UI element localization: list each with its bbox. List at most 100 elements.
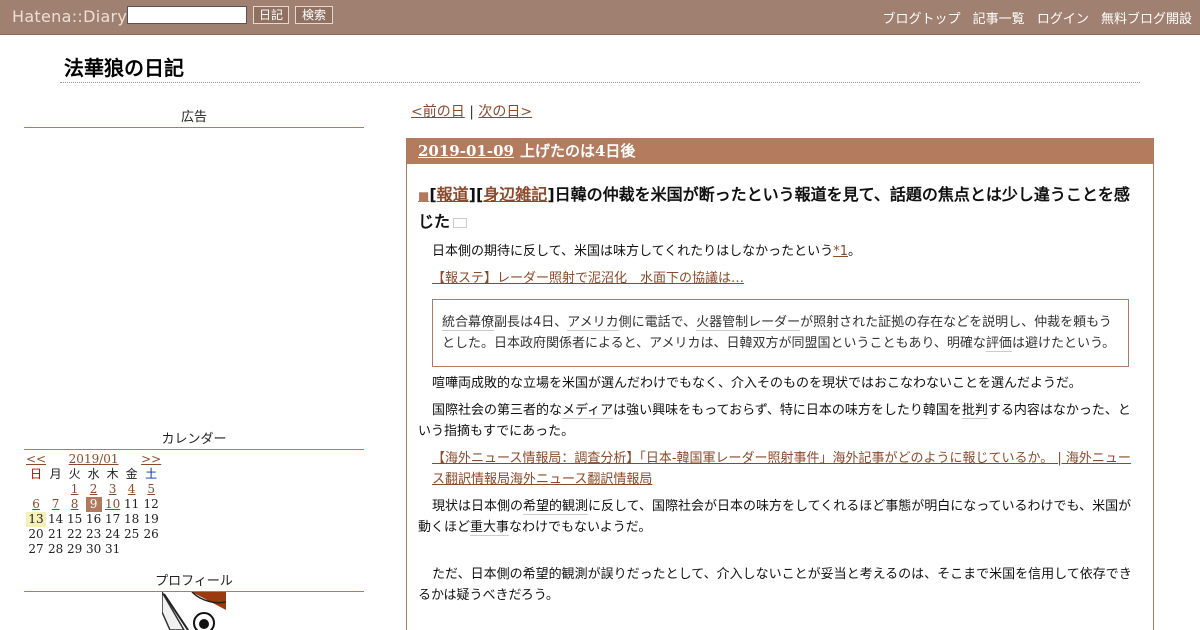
calendar-day[interactable]: 3 [103,482,122,497]
calendar-next-link[interactable]: >> [141,452,161,466]
keyword-link[interactable]: メディア [562,403,614,419]
site-title[interactable]: 法華狼の日記 [64,52,184,81]
calendar-weekdays: 日月火水木金土 [26,467,161,482]
blog-top-link[interactable]: ブログトップ [883,12,961,27]
calendar-day: 22 [66,527,83,541]
calendar-day: 16 [85,512,102,526]
calendar-weekday: 金 [125,467,138,481]
calendar-day-link[interactable]: 6 [32,497,40,511]
external-link-2[interactable]: 【海外ニュース情報局：調査分析】「日本-韓国軍レーダー照射事件」海外記事がどのよ… [432,451,1131,487]
category-link-news[interactable]: 報道 [437,185,469,204]
keyword-link[interactable]: 希望的観測 [523,499,589,515]
calendar-day-link[interactable]: 9 [85,497,102,512]
prev-day-link[interactable]: <前の日 [411,104,465,120]
article-list-link[interactable]: 記事一覧 [973,12,1025,27]
calendar-day[interactable]: 7 [46,497,65,512]
external-link-1-row: 【報ステ】レーダー照射で泥沼化 水面下の協議は… [418,268,1143,289]
calendar-day: 11 [123,497,140,511]
search-input[interactable] [127,6,247,24]
calendar-day: 21 [47,527,64,541]
open-blog-link[interactable]: 無料ブログ開設 [1101,12,1192,27]
calendar-day-link[interactable]: 10 [105,497,120,511]
calendar-day: 28 [47,542,64,556]
calendar-day-link[interactable]: 8 [71,497,79,511]
keyword-link[interactable]: 火器管制レーダー [696,315,801,331]
calendar-day: 14 [47,512,64,526]
calendar-day [122,542,141,557]
calendar-day [46,482,65,497]
entry-body: ■[報道][身辺雑記]日韓の仲裁を米国が断ったという報道を見て、話題の焦点とは少… [407,164,1153,606]
calendar-day[interactable]: 2 [84,482,103,497]
calendar-day[interactable]: 10 [103,497,122,512]
section-anchor[interactable]: ■ [418,189,429,203]
paragraph-5: ただ、日本側の希望的観測が誤りだったとして、介入しないことが妥当と考えるのは、そ… [418,567,1132,603]
quote-text: 側に電話で、 [618,315,697,330]
calendar-day: 27 [28,542,44,556]
keyword-link[interactable]: 統合幕僚 [442,315,495,331]
top-bar: Hatena::Diary 日記 検索 ブログトップ 記事一覧 ログイン 無料ブ… [0,0,1200,35]
keyword-link[interactable]: 重大事 [470,520,510,536]
paragraph-3-text: は強い興味をもっておらず、特に日本の味方をしたり韓国を [613,403,962,418]
calendar-day[interactable]: 6 [26,497,46,512]
calendar-day-link[interactable]: 2 [90,482,98,496]
calendar-day: 24 [104,527,121,541]
title-divider [60,82,1140,83]
calendar-weekday: 火 [68,467,81,481]
profile-heading: プロフィール [24,570,364,592]
hatena-diary-logo[interactable]: Hatena::Diary [12,7,127,26]
paragraph-4-text: なわけでもないようだ。 [509,520,652,535]
calendar-day: 20 [28,527,44,541]
calendar-day-link[interactable]: 5 [147,482,155,496]
calendar-next[interactable]: >> [141,452,161,467]
calendar-day-link[interactable]: 4 [128,482,136,496]
calendar-day: 23 [85,527,102,541]
quote-text: 副長は4日、 [494,315,568,330]
calendar-prev-link[interactable]: << [26,452,46,466]
paragraph-1-end: 。 [847,244,861,259]
calendar-day[interactable]: 9 [84,497,103,512]
calendar-day[interactable]: 1 [65,482,84,497]
calendar-month-link[interactable]: 2019/01 [69,452,119,466]
category-link-personal[interactable]: 身辺雑記 [483,185,547,204]
calendar-day: 19 [143,512,159,526]
profile-avatar[interactable] [162,592,226,630]
day-pager: <前の日 | 次の日> [411,101,532,121]
paragraph-1: 日本側の期待に反して、米国は味方してくれたりはしなかったという*1。 [418,241,1143,262]
calendar-prev[interactable]: << [26,452,46,467]
footnote-link[interactable]: *1 [833,244,848,259]
calendar-week: 12345 [26,482,161,497]
calendar-day: 15 [66,512,83,526]
calendar-day: 12 [143,497,159,511]
calendar-day[interactable]: 4 [122,482,141,497]
paragraph-2: 喧嘩両成敗的な立場を米国が選んだわけでもなく、介入そのものを現状ではおこなわない… [432,376,1082,391]
calendar-weekday: 月 [49,467,62,481]
external-link-1[interactable]: 【報ステ】レーダー照射で泥沼化 水面下の協議は… [432,271,744,286]
keyword-link[interactable]: 批判 [961,403,988,419]
calendar-day-link[interactable]: 3 [109,482,117,496]
calendar-day[interactable]: 8 [65,497,84,512]
login-link[interactable]: ログイン [1037,12,1089,27]
calendar-weekday: 水 [87,467,100,481]
next-day-link[interactable]: 次の日> [478,104,532,120]
calendar-day-link[interactable]: 7 [52,497,60,511]
top-links: ブログトップ 記事一覧 ログイン 無料ブログ開設 [875,8,1192,27]
paragraph-3: 国際社会の第三者的なメディアは強い興味をもっておらず、特に日本の味方をしたり韓国… [418,400,1143,442]
quote-text: は避けたという。 [1011,336,1116,351]
keyword-link[interactable]: アメリカ [567,315,619,331]
entry-date-link[interactable]: 2019-01-09 [418,142,514,160]
calendar-heading: カレンダー [24,428,364,450]
calendar-day[interactable]: 5 [141,482,161,497]
calendar-day-link[interactable]: 1 [71,482,79,496]
search-button[interactable]: 検索 [295,6,333,24]
calendar-day: 25 [123,527,140,541]
keyword-link[interactable]: 評価 [985,336,1012,352]
ad-heading: 広告 [24,106,364,128]
diary-button[interactable]: 日記 [253,6,289,24]
calendar-days: 1 2 3 4 5 6 7 8 9 10 11 12 13 14 15 16 17 18 19 20 21 22 23 24 2… [26,482,161,557]
blockquote: 統合幕僚副長は4日、アメリカ側に電話で、火器管制レーダーが照射された証拠の存在な… [432,299,1129,367]
calendar-day [26,482,46,497]
calendar-week: 6 7 8 9 10 11 12 [26,497,161,512]
comment-icon[interactable] [453,217,468,228]
calendar-day [141,542,161,557]
